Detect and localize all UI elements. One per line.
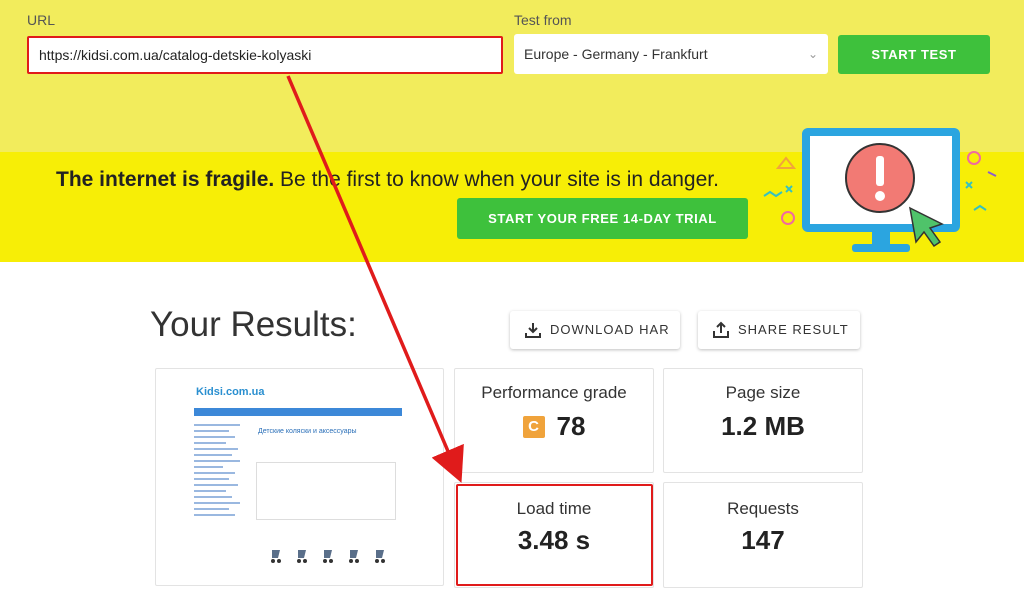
page-size-card: Page size 1.2 MB — [663, 368, 863, 473]
page-size-label: Page size — [725, 383, 801, 402]
performance-grade-label: Performance grade — [481, 383, 627, 402]
share-result-label: SHARE RESULT — [738, 322, 849, 337]
stroller-icon — [297, 550, 307, 563]
stroller-icon — [323, 550, 333, 563]
url-label: URL — [27, 12, 56, 28]
download-har-button[interactable]: DOWNLOAD HAR — [510, 311, 680, 349]
requests-card: Requests 147 — [663, 482, 863, 588]
page-size-value: 1.2 MB — [721, 411, 805, 441]
promo-text: The internet is fragile. Be the first to… — [56, 168, 719, 192]
start-test-button[interactable]: START TEST — [838, 35, 990, 74]
test-from-label: Test from — [514, 12, 572, 28]
stroller-icon — [271, 550, 281, 563]
download-har-label: DOWNLOAD HAR — [550, 322, 670, 337]
monitor-alert-illustration — [763, 128, 997, 252]
load-time-highlight-box — [456, 484, 653, 586]
performance-grade-card: Performance grade C 78 — [454, 368, 654, 473]
requests-value: 147 — [741, 525, 785, 555]
thumbnail-sidebar — [194, 420, 252, 570]
grade-badge: C — [522, 416, 545, 438]
promo-bold-text: The internet is fragile. — [56, 168, 275, 191]
location-value: Europe - Germany - Frankfurt — [524, 46, 708, 62]
performance-grade-value: 78 — [556, 411, 586, 441]
url-input[interactable]: https://kidsi.com.ua/catalog-detskie-kol… — [27, 36, 503, 74]
share-result-button[interactable]: SHARE RESULT — [698, 311, 860, 349]
performance-grade-value-row: C 78 — [455, 411, 653, 442]
share-icon — [713, 321, 729, 338]
results-title: Your Results: — [150, 305, 357, 344]
location-select[interactable]: Europe - Germany - Frankfurt ⌄ — [514, 34, 828, 74]
stroller-icon — [375, 550, 385, 563]
thumbnail-nav-bar — [194, 408, 402, 416]
chevron-down-icon: ⌄ — [807, 47, 818, 61]
page-screenshot-thumbnail[interactable]: Kidsi.com.ua Детские коляски и аксессуар… — [190, 380, 408, 574]
download-icon — [525, 323, 541, 338]
stroller-icon — [349, 550, 359, 563]
thumbnail-logo: Kidsi.com.ua — [196, 386, 265, 398]
promo-rest-text: Be the first to know when your site is i… — [274, 168, 719, 191]
thumbnail-heading: Детские коляски и аксессуары — [258, 428, 357, 435]
page: URL https://kidsi.com.ua/catalog-detskie… — [0, 0, 1024, 598]
requests-label: Requests — [727, 499, 799, 518]
thumbnail-product-box — [256, 462, 396, 520]
free-trial-button[interactable]: START YOUR FREE 14-DAY TRIAL — [457, 198, 748, 239]
